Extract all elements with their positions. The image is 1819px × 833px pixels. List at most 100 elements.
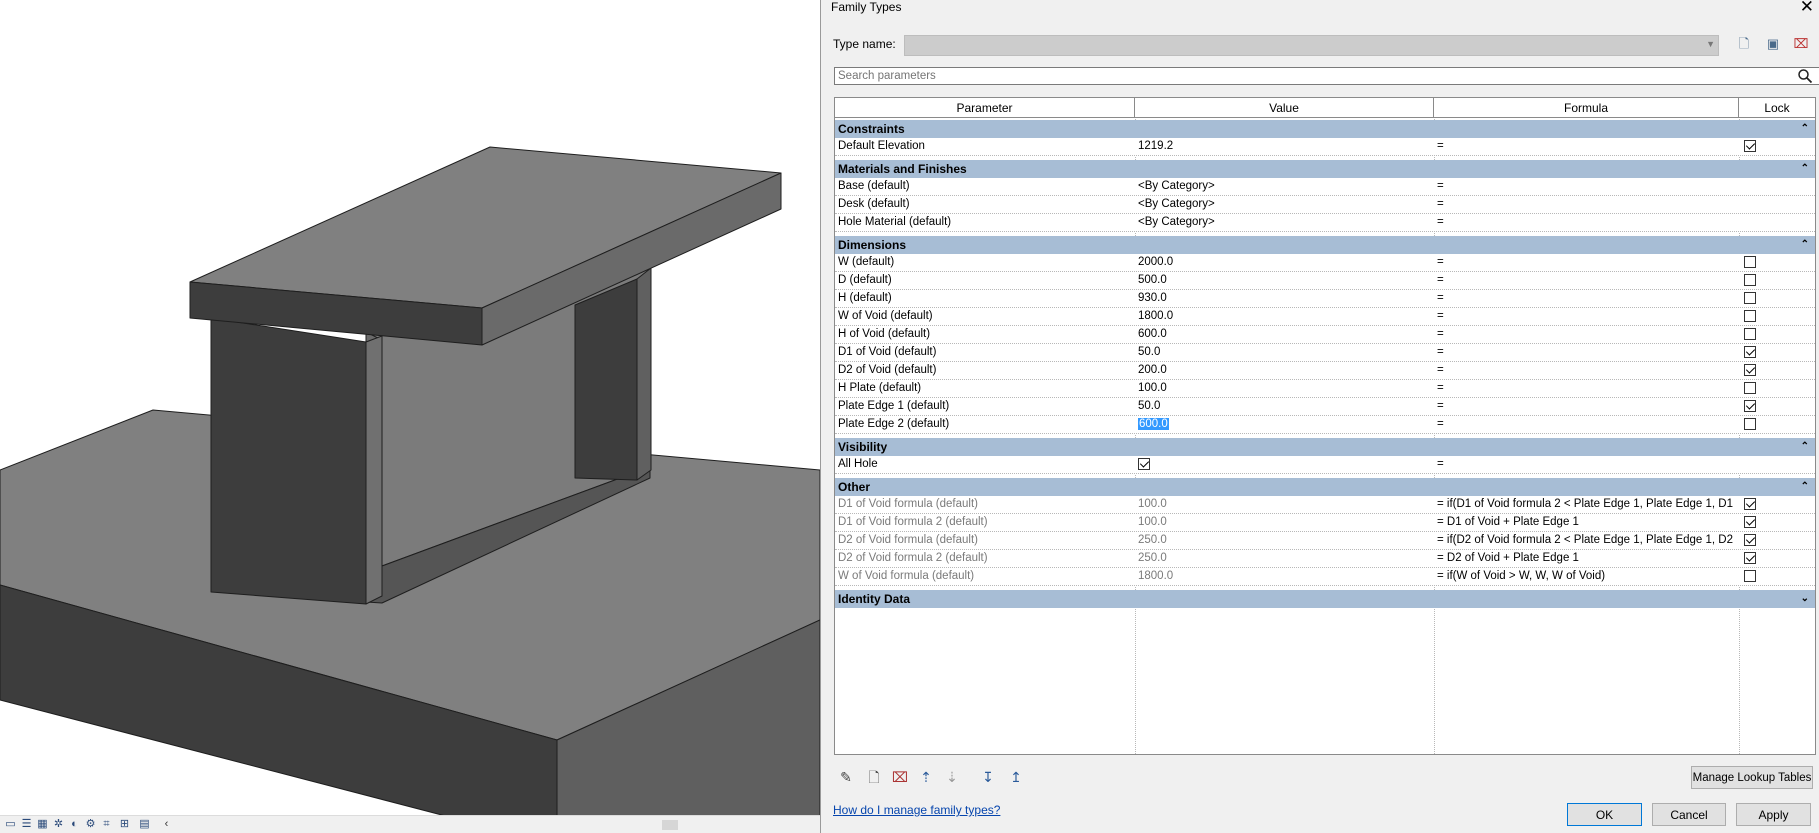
- crop-view-icon[interactable]: ⌗: [100, 818, 113, 831]
- parameter-formula[interactable]: =: [1434, 196, 1739, 213]
- group-dimensions[interactable]: Dimensions ⌃: [835, 236, 1815, 254]
- table-row[interactable]: D1 of Void formula 2 (default) 100.0 = D…: [835, 514, 1815, 532]
- parameter-formula[interactable]: =: [1434, 214, 1739, 231]
- lock-checkbox[interactable]: [1744, 364, 1756, 376]
- detail-level-icon[interactable]: ☰: [20, 818, 33, 831]
- parameter-formula[interactable]: = if(W of Void > W, W, W of Void): [1434, 568, 1739, 585]
- shadows-icon[interactable]: ◐: [68, 818, 81, 831]
- move-up-icon[interactable]: ⇡: [917, 768, 935, 786]
- table-row[interactable]: H of Void (default) 600.0 =: [835, 326, 1815, 344]
- lock-checkbox[interactable]: [1744, 140, 1756, 152]
- delete-type-icon[interactable]: ⌧: [1793, 36, 1809, 52]
- parameter-formula[interactable]: =: [1434, 272, 1739, 289]
- temporary-hide-icon[interactable]: ⊞: [118, 818, 131, 831]
- table-row[interactable]: D1 of Void formula (default) 100.0 = if(…: [835, 496, 1815, 514]
- parameter-value[interactable]: 930.0: [1135, 290, 1434, 307]
- group-other[interactable]: Other ⌃: [835, 478, 1815, 496]
- parameter-formula[interactable]: =: [1434, 138, 1739, 155]
- scale-icon[interactable]: ▭: [4, 818, 17, 831]
- table-row[interactable]: D (default) 500.0 =: [835, 272, 1815, 290]
- model-viewport[interactable]: ▭ ☰ ▦ ✲ ◐ ⚙ ⌗ ⊞ ▤ ‹: [0, 0, 820, 833]
- parameter-formula[interactable]: =: [1434, 398, 1739, 415]
- column-header-lock[interactable]: Lock: [1739, 98, 1815, 118]
- search-parameters-input[interactable]: [834, 67, 1819, 85]
- lock-checkbox[interactable]: [1744, 256, 1756, 268]
- all-hole-checkbox[interactable]: [1138, 458, 1150, 470]
- collapse-icon[interactable]: ⌃: [1801, 236, 1809, 254]
- parameter-formula[interactable]: = D2 of Void + Plate Edge 1: [1434, 550, 1739, 567]
- table-row[interactable]: W of Void formula (default) 1800.0 = if(…: [835, 568, 1815, 586]
- column-header-parameter[interactable]: Parameter: [835, 98, 1135, 118]
- parameter-value[interactable]: <By Category>: [1135, 178, 1434, 195]
- ok-button[interactable]: OK: [1567, 803, 1642, 826]
- column-header-value[interactable]: Value: [1135, 98, 1434, 118]
- lock-checkbox[interactable]: [1744, 274, 1756, 286]
- lock-checkbox[interactable]: [1744, 516, 1756, 528]
- table-row[interactable]: Base (default) <By Category> =: [835, 178, 1815, 196]
- lock-checkbox[interactable]: [1744, 292, 1756, 304]
- parameter-formula[interactable]: =: [1434, 290, 1739, 307]
- new-type-icon[interactable]: 🗋: [1736, 36, 1752, 52]
- table-row[interactable]: Hole Material (default) <By Category> =: [835, 214, 1815, 232]
- parameter-value[interactable]: 50.0: [1135, 398, 1434, 415]
- collapse-icon[interactable]: ⌃: [1801, 120, 1809, 138]
- table-row[interactable]: H (default) 930.0 =: [835, 290, 1815, 308]
- table-row[interactable]: Desk (default) <By Category> =: [835, 196, 1815, 214]
- parameter-formula[interactable]: =: [1434, 380, 1739, 397]
- help-link[interactable]: How do I manage family types?: [833, 803, 1000, 817]
- move-down-icon[interactable]: ⇣: [943, 768, 961, 786]
- parameter-value-cell[interactable]: 600.0: [1135, 416, 1434, 433]
- parameter-formula[interactable]: =: [1434, 362, 1739, 379]
- lock-checkbox[interactable]: [1744, 310, 1756, 322]
- delete-parameter-icon[interactable]: ⌧: [891, 768, 909, 786]
- table-row[interactable]: Plate Edge 1 (default) 50.0 =: [835, 398, 1815, 416]
- expand-icon[interactable]: ⌄: [1801, 590, 1809, 608]
- lock-checkbox[interactable]: [1744, 418, 1756, 430]
- cancel-button[interactable]: Cancel: [1652, 803, 1726, 826]
- lock-checkbox[interactable]: [1744, 570, 1756, 582]
- parameter-value[interactable]: 200.0: [1135, 362, 1434, 379]
- new-parameter-icon[interactable]: 🗋: [865, 768, 883, 786]
- render-icon[interactable]: ⚙: [84, 818, 97, 831]
- collapse-icon[interactable]: ⌃: [1801, 438, 1809, 456]
- close-icon[interactable]: ✕: [1800, 0, 1814, 15]
- collapse-icon[interactable]: ⌃: [1801, 478, 1809, 496]
- parameter-value[interactable]: 1219.2: [1135, 138, 1434, 155]
- parameter-formula[interactable]: =: [1434, 326, 1739, 343]
- table-row[interactable]: D2 of Void formula (default) 250.0 = if(…: [835, 532, 1815, 550]
- parameter-formula[interactable]: = if(D1 of Void formula 2 < Plate Edge 1…: [1434, 496, 1739, 513]
- lock-checkbox[interactable]: [1744, 382, 1756, 394]
- table-row[interactable]: D2 of Void (default) 200.0 =: [835, 362, 1815, 380]
- selected-value-text[interactable]: 600.0: [1138, 418, 1169, 430]
- parameter-value[interactable]: 2000.0: [1135, 254, 1434, 271]
- table-row[interactable]: W (default) 2000.0 =: [835, 254, 1815, 272]
- parameter-formula[interactable]: =: [1434, 416, 1739, 433]
- parameter-value[interactable]: 100.0: [1135, 380, 1434, 397]
- parameter-formula[interactable]: =: [1434, 308, 1739, 325]
- parameter-value[interactable]: 600.0: [1135, 326, 1434, 343]
- parameter-formula[interactable]: = D1 of Void + Plate Edge 1: [1434, 514, 1739, 531]
- rename-type-icon[interactable]: ▣: [1765, 36, 1781, 52]
- lock-checkbox[interactable]: [1744, 400, 1756, 412]
- search-icon[interactable]: [1797, 68, 1813, 84]
- lock-checkbox[interactable]: [1744, 328, 1756, 340]
- parameter-formula[interactable]: = if(D2 of Void formula 2 < Plate Edge 1…: [1434, 532, 1739, 549]
- table-row[interactable]: All Hole =: [835, 456, 1815, 474]
- group-visibility[interactable]: Visibility ⌃: [835, 438, 1815, 456]
- table-row[interactable]: Plate Edge 2 (default) 600.0 =: [835, 416, 1815, 434]
- parameter-value[interactable]: 500.0: [1135, 272, 1434, 289]
- sort-descending-icon[interactable]: ↥: [1007, 768, 1025, 786]
- type-name-dropdown[interactable]: ▼: [904, 35, 1719, 56]
- lock-checkbox[interactable]: [1744, 552, 1756, 564]
- lock-checkbox[interactable]: [1744, 534, 1756, 546]
- parameter-value[interactable]: 50.0: [1135, 344, 1434, 361]
- collapse-icon[interactable]: ⌃: [1801, 160, 1809, 178]
- table-row[interactable]: H Plate (default) 100.0 =: [835, 380, 1815, 398]
- scroll-left-icon[interactable]: ‹: [160, 818, 173, 831]
- lock-checkbox[interactable]: [1744, 346, 1756, 358]
- manage-lookup-tables-button[interactable]: Manage Lookup Tables: [1691, 766, 1813, 789]
- parameter-formula[interactable]: =: [1434, 254, 1739, 271]
- sun-path-icon[interactable]: ✲: [52, 818, 65, 831]
- horizontal-scrollbar-thumb[interactable]: [662, 820, 678, 830]
- table-row[interactable]: D2 of Void formula 2 (default) 250.0 = D…: [835, 550, 1815, 568]
